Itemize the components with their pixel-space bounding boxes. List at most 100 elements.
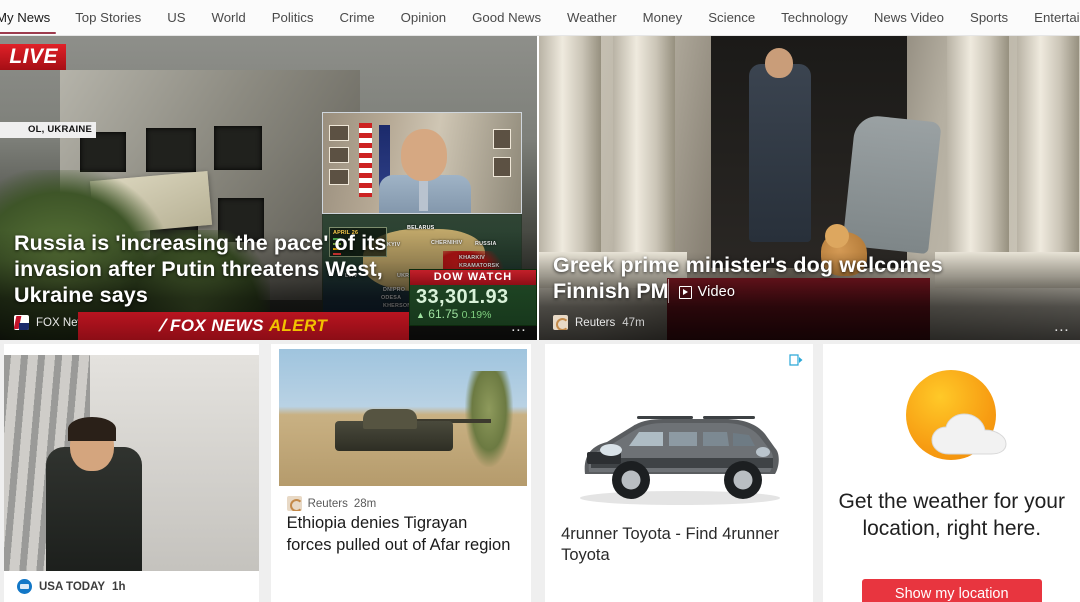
- nav-label: US: [167, 9, 186, 25]
- nav-label: News Video: [873, 9, 945, 25]
- play-icon: [678, 285, 692, 299]
- dog-head: [825, 224, 849, 248]
- nav-item-my-news[interactable]: My News: [0, 0, 62, 35]
- dow-header: DOW WATCH: [410, 270, 536, 285]
- nav-item-money[interactable]: Money: [630, 0, 696, 35]
- location-strap: OL, UKRAINE: [0, 122, 96, 138]
- window: [214, 126, 262, 170]
- nav-item-news-video[interactable]: News Video: [861, 0, 957, 35]
- reuters-logo-icon: [553, 315, 568, 330]
- nav-item-entertainment[interactable]: Entertainment: [1021, 0, 1080, 35]
- adchoices-icon[interactable]: [789, 354, 803, 366]
- fox-news-logo-icon: [14, 315, 29, 330]
- nav-item-politics[interactable]: Politics: [259, 0, 327, 35]
- hero-headline[interactable]: Russia is 'increasing the pace' of its i…: [14, 230, 409, 308]
- alert-word: ALERT: [268, 316, 328, 335]
- card-advertisement[interactable]: 4runner Toyota - Find 4runner Toyota: [545, 344, 814, 602]
- card-source-line: Reuters 28m: [286, 496, 377, 511]
- ad-image-suv: [545, 382, 813, 522]
- wall-frame: [493, 129, 511, 149]
- source-name: Reuters: [575, 316, 616, 329]
- wall-frame: [493, 157, 511, 177]
- tank-turret: [362, 409, 417, 429]
- card-ethiopia[interactable]: Reuters 28m Ethiopia denies Tigrayan for…: [270, 344, 532, 602]
- card-headline[interactable]: Ethiopia denies Tigrayan forces pulled o…: [287, 512, 516, 556]
- dow-value: 33,301.93: [416, 286, 509, 308]
- nav-label: Sports: [970, 9, 1009, 25]
- us-flag: [359, 123, 372, 197]
- nav-item-world[interactable]: World: [199, 0, 259, 35]
- video-indicator: Video: [667, 279, 735, 305]
- more-options-button[interactable]: …: [510, 319, 528, 335]
- hero-article-russia[interactable]: LIVE OL, UKRAINE APRIL 26: [0, 36, 537, 340]
- nav-item-technology[interactable]: Technology: [768, 0, 861, 35]
- timestamp: 47m: [622, 316, 645, 329]
- person-head: [765, 48, 793, 78]
- nav-label: Top Stories: [75, 9, 142, 25]
- nav-label: Science: [708, 9, 756, 25]
- show-my-location-button[interactable]: Show my location: [861, 579, 1042, 602]
- suv-illustration: [580, 416, 781, 505]
- source-name: USA TODAY: [39, 580, 106, 593]
- column: [539, 36, 601, 288]
- card-image-prison: [4, 355, 259, 575]
- person-finnish-pm: [842, 113, 942, 255]
- fox-news-alert-bar: / FOX NEWS ALERT: [78, 312, 409, 340]
- weather-headline: Get the weather for your location, right…: [838, 490, 1065, 540]
- nav-item-crime[interactable]: Crime: [327, 0, 388, 35]
- nav-label: My News: [0, 9, 51, 25]
- card-source-line: USA TODAY 1h: [4, 571, 259, 602]
- dow-percent: 0.19%: [461, 309, 492, 321]
- nav-label: Crime: [339, 9, 375, 25]
- inset-video-speaker: [322, 112, 522, 214]
- hero-overlay-right: Greek prime minister's dog welcomes Finn…: [539, 252, 1080, 340]
- timestamp: 1h: [112, 580, 126, 593]
- card-usa-today[interactable]: USA TODAY 1h: [4, 344, 259, 602]
- window: [80, 132, 126, 172]
- hero-row: LIVE OL, UKRAINE APRIL 26: [0, 36, 1080, 340]
- fox-slash-icon: /: [157, 316, 168, 335]
- nav-item-us[interactable]: US: [154, 0, 198, 35]
- card-weather-prompt[interactable]: Get the weather for your location, right…: [823, 344, 1080, 602]
- speaker-head: [401, 129, 447, 181]
- hero-headline[interactable]: Greek prime minister's dog welcomes Finn…: [553, 252, 948, 308]
- wall-frame: [329, 169, 349, 185]
- video-label: Video: [697, 284, 735, 300]
- nav-label: Good News: [472, 9, 542, 25]
- cloud-icon: [931, 413, 1007, 455]
- card-row: USA TODAY 1h Reuters 28m Ethiopia denies…: [0, 340, 1080, 602]
- reuters-logo-icon: [286, 496, 302, 511]
- nav-item-weather[interactable]: Weather: [554, 0, 630, 35]
- nav-label: Technology: [781, 9, 848, 25]
- nav-item-sports[interactable]: Sports: [957, 0, 1021, 35]
- wall-frame: [329, 147, 349, 163]
- alert-brand: FOX NEWS: [169, 316, 264, 335]
- dow-change: 61.75: [428, 307, 459, 321]
- nav-item-opinion[interactable]: Opinion: [388, 0, 459, 35]
- column: [947, 36, 1009, 288]
- ad-headline[interactable]: 4runner Toyota - Find 4runner Toyota: [561, 524, 797, 566]
- nav-item-good-news[interactable]: Good News: [459, 0, 554, 35]
- nav-label: Weather: [567, 9, 617, 25]
- nav-label: Politics: [271, 9, 314, 25]
- column: [613, 36, 675, 288]
- source-name: Reuters: [307, 497, 348, 510]
- nav-item-top-stories[interactable]: Top Stories: [62, 0, 154, 35]
- nav-label: Entertainment: [1034, 9, 1080, 25]
- column: [1017, 36, 1079, 288]
- person-hair: [68, 417, 116, 441]
- live-badge: LIVE: [0, 44, 66, 70]
- hero-headline-text: Greek prime minister's dog welcomes Finn…: [553, 253, 943, 303]
- window: [146, 128, 196, 172]
- weather-card-inner: Get the weather for your location, right…: [823, 344, 1080, 602]
- wall-frame: [329, 125, 349, 141]
- speaker-tie: [419, 177, 428, 211]
- card-image-tank: [278, 349, 527, 486]
- hero-article-greek-pm[interactable]: Greek prime minister's dog welcomes Finn…: [539, 36, 1080, 340]
- timestamp: 28m: [353, 497, 377, 510]
- up-arrow-icon: ▲: [416, 310, 425, 320]
- category-nav[interactable]: My News Top Stories US World Politics Cr…: [0, 0, 1080, 36]
- more-options-button[interactable]: …: [1053, 319, 1071, 335]
- nav-label: Opinion: [400, 9, 447, 25]
- nav-item-science[interactable]: Science: [695, 0, 768, 35]
